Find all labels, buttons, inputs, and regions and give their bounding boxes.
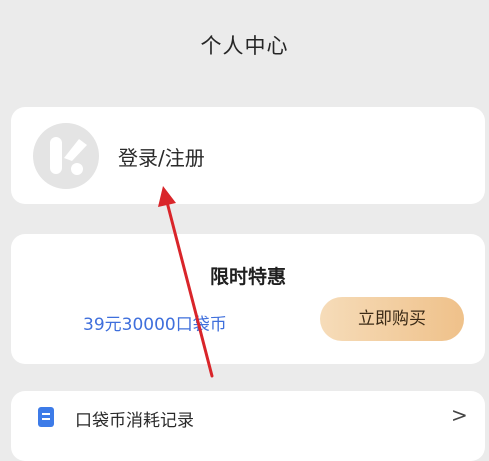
login-register-link[interactable]: 登录/注册 <box>118 142 205 171</box>
page-title: 个人中心 <box>200 34 289 58</box>
document-icon <box>38 407 54 427</box>
promo-description: 39元30000口袋币 <box>83 315 227 335</box>
promo-title: 限时特惠 <box>209 266 286 288</box>
app-logo-k-icon <box>50 137 87 175</box>
menu-item-label: 口袋币消耗记录 <box>75 411 194 431</box>
login-card[interactable]: 登录/注册 <box>11 107 485 204</box>
annotation-arrow <box>158 186 214 378</box>
buy-now-button[interactable]: 立即购买 <box>320 297 464 341</box>
menu-item-coin-usage-records[interactable]: 口袋币消耗记录 > <box>11 391 485 461</box>
chevron-right-icon: > <box>451 403 468 427</box>
promo-card: 限时特惠 39元30000口袋币 立即购买 <box>11 234 485 364</box>
avatar[interactable] <box>33 123 99 189</box>
